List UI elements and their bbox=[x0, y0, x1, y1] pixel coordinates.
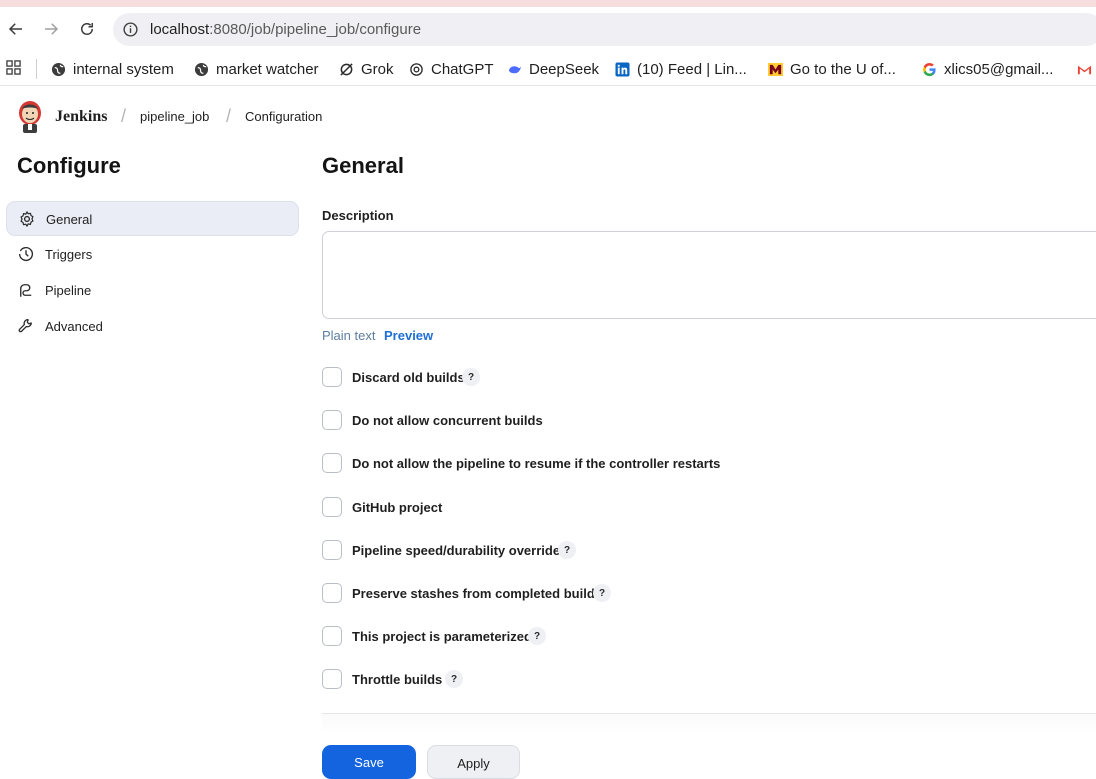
preview-link[interactable]: Preview bbox=[384, 328, 433, 343]
section-title: General bbox=[322, 153, 404, 178]
description-label: Description bbox=[322, 208, 394, 223]
option-label: This project is parameterized bbox=[352, 629, 532, 644]
apps-grid-icon[interactable] bbox=[6, 60, 21, 75]
sidebar-item-label: Pipeline bbox=[45, 283, 92, 298]
checkbox[interactable] bbox=[322, 410, 342, 430]
arrow-left-icon bbox=[8, 23, 22, 35]
bookmarks-separator bbox=[36, 59, 37, 79]
site-info-icon[interactable] bbox=[122, 21, 139, 38]
back-button[interactable] bbox=[4, 17, 28, 41]
bookmark-internal-system[interactable]: internal system bbox=[51, 58, 174, 80]
option-label: Do not allow the pipeline to resume if t… bbox=[352, 456, 721, 471]
sidebar-item-label: Triggers bbox=[45, 247, 93, 262]
globe-icon bbox=[51, 62, 66, 77]
option-label: Do not allow concurrent builds bbox=[352, 413, 543, 428]
apply-button[interactable]: Apply bbox=[427, 745, 520, 779]
help-icon[interactable]: ? bbox=[528, 627, 546, 645]
option-preserve-stashes[interactable]: Preserve stashes from completed builds ? bbox=[322, 583, 622, 605]
help-icon[interactable]: ? bbox=[445, 670, 463, 688]
description-field[interactable] bbox=[322, 231, 1096, 319]
help-icon[interactable]: ? bbox=[558, 541, 576, 559]
google-icon bbox=[922, 62, 937, 77]
option-github-project[interactable]: GitHub project bbox=[322, 497, 452, 519]
pipeline-icon bbox=[20, 284, 32, 297]
option-no-concurrent-builds[interactable]: Do not allow concurrent builds bbox=[322, 410, 552, 432]
jenkins-title[interactable]: Jenkins bbox=[55, 108, 107, 126]
breadcrumb-item-configuration[interactable]: Configuration bbox=[245, 109, 322, 124]
sidebar-title: Configure bbox=[17, 153, 121, 178]
sidebar-item-triggers[interactable]: Triggers bbox=[6, 237, 299, 272]
clock-icon bbox=[18, 246, 34, 262]
checkbox[interactable] bbox=[322, 626, 342, 646]
bookmark-gmail-logo[interactable] bbox=[1077, 58, 1096, 80]
wrench-icon bbox=[18, 318, 32, 333]
browser-toolbar: localhost:8080/job/pipeline_job/configur… bbox=[0, 7, 1096, 52]
bookmark-gmail[interactable]: xlics05@gmail... bbox=[922, 58, 1053, 80]
jenkins-logo-icon[interactable] bbox=[17, 100, 43, 134]
sidebar-item-advanced[interactable]: Advanced bbox=[6, 309, 299, 344]
reload-button[interactable] bbox=[75, 17, 99, 41]
bookmark-linkedin[interactable]: (10) Feed | Lin... bbox=[615, 58, 747, 80]
checkbox[interactable] bbox=[322, 540, 342, 560]
bookmark-umn[interactable]: Go to the U of... bbox=[768, 58, 896, 80]
plain-text-label: Plain text bbox=[322, 328, 376, 343]
option-discard-old-builds[interactable]: Discard old builds ? bbox=[322, 367, 502, 389]
globe-icon bbox=[194, 62, 209, 77]
address-bar[interactable]: localhost:8080/job/pipeline_job/configur… bbox=[113, 13, 1096, 46]
breadcrumb-separator: / bbox=[226, 106, 232, 126]
sidebar-item-label: Advanced bbox=[45, 319, 103, 334]
help-icon[interactable]: ? bbox=[593, 584, 611, 602]
bookmark-chatgpt[interactable]: ChatGPT bbox=[409, 58, 494, 80]
bookmark-market-watcher[interactable]: market watcher bbox=[194, 58, 319, 80]
option-label: Discard old builds bbox=[352, 370, 465, 385]
forward-button[interactable] bbox=[39, 17, 63, 41]
breadcrumb-item-job[interactable]: pipeline_job bbox=[140, 109, 209, 124]
url-text: localhost:8080/job/pipeline_job/configur… bbox=[150, 21, 422, 38]
checkbox[interactable] bbox=[322, 583, 342, 603]
help-icon[interactable]: ? bbox=[462, 368, 480, 386]
checkbox[interactable] bbox=[322, 669, 342, 689]
bookmarks-bar: internal system market watcher Grok Chat… bbox=[0, 52, 1096, 86]
checkbox[interactable] bbox=[322, 497, 342, 517]
bookmark-deepseek[interactable]: DeepSeek bbox=[507, 58, 599, 80]
option-pipeline-durability[interactable]: Pipeline speed/durability override ? bbox=[322, 540, 602, 562]
save-button[interactable]: Save bbox=[322, 745, 416, 779]
footer-shade bbox=[322, 714, 1096, 734]
gear-icon bbox=[20, 211, 34, 227]
option-throttle-builds[interactable]: Throttle builds ? bbox=[322, 669, 472, 691]
sidebar-item-label: General bbox=[46, 212, 93, 227]
option-parameterized[interactable]: This project is parameterized ? bbox=[322, 626, 562, 648]
grok-icon bbox=[339, 62, 354, 77]
option-label: GitHub project bbox=[352, 500, 443, 515]
jenkins-header: Jenkins / pipeline_job / Configuration bbox=[0, 87, 1096, 149]
checkbox[interactable] bbox=[322, 367, 342, 387]
chatgpt-icon bbox=[409, 62, 424, 77]
breadcrumb-separator: / bbox=[121, 106, 127, 126]
umn-icon bbox=[768, 62, 783, 77]
deepseek-icon bbox=[507, 62, 522, 77]
sidebar-item-pipeline[interactable]: Pipeline bbox=[6, 273, 299, 308]
option-label: Pipeline speed/durability override bbox=[352, 543, 561, 558]
checkbox[interactable] bbox=[322, 453, 342, 473]
sidebar-item-general[interactable]: General bbox=[6, 201, 299, 236]
option-label: Preserve stashes from completed builds bbox=[352, 586, 602, 601]
bookmark-grok[interactable]: Grok bbox=[339, 58, 394, 80]
arrow-right-icon bbox=[45, 23, 59, 35]
gmail-icon bbox=[1077, 62, 1092, 77]
reload-icon bbox=[81, 23, 93, 35]
option-label: Throttle builds bbox=[352, 672, 443, 687]
option-no-pipeline-resume[interactable]: Do not allow the pipeline to resume if t… bbox=[322, 453, 722, 475]
linkedin-icon bbox=[615, 61, 630, 77]
tab-strip-edge bbox=[0, 0, 1096, 7]
